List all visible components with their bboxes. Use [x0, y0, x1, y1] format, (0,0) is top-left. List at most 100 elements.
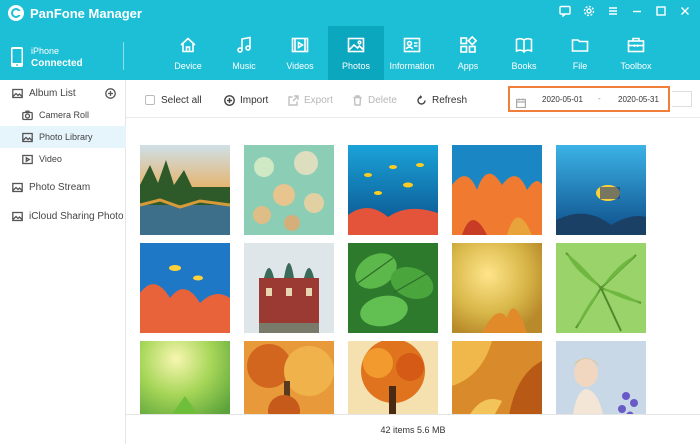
photo-stream-icon: [12, 182, 23, 192]
sidebar-item-photo-stream[interactable]: Photo Stream: [0, 176, 126, 198]
device-status: Connected: [31, 57, 83, 69]
sidebar-album-list[interactable]: Album List: [0, 82, 126, 104]
delete-button[interactable]: Delete: [352, 93, 397, 107]
camera-icon: [22, 110, 33, 120]
nav-label: Apps: [457, 61, 479, 71]
sidebar-item-label: Photo Library: [39, 132, 93, 142]
nav-label: Videos: [286, 61, 314, 71]
home-icon: [180, 37, 196, 53]
nav-label: Books: [511, 61, 537, 71]
sidebar-item-label: Photo Stream: [29, 181, 91, 193]
photo-thumbnail[interactable]: [348, 341, 438, 414]
shared-photo-icon: [12, 211, 23, 221]
export-label: Export: [304, 94, 333, 106]
window-controls: [558, 4, 692, 18]
device-info[interactable]: iPhone Connected: [0, 34, 122, 80]
folder-icon: [571, 39, 589, 52]
photo-thumbnail[interactable]: [348, 145, 438, 235]
date-separator: -: [598, 94, 601, 103]
settings-gear-icon[interactable]: [582, 4, 596, 18]
phone-icon: [11, 47, 23, 67]
photo-thumbnail[interactable]: [244, 243, 334, 333]
refresh-button[interactable]: Refresh: [416, 93, 467, 107]
music-icon: [237, 36, 251, 53]
date-range-filter[interactable]: 2020-05-01 - 2020-05-31: [508, 86, 670, 112]
sidebar-item-label: Video: [39, 154, 62, 164]
add-album-icon[interactable]: [105, 87, 116, 99]
refresh-label: Refresh: [432, 94, 468, 106]
feedback-icon[interactable]: [558, 4, 572, 18]
photo-thumbnail[interactable]: [140, 341, 230, 414]
close-icon[interactable]: [678, 4, 692, 18]
nav-music[interactable]: Music: [216, 26, 272, 80]
plus-circle-icon: [224, 94, 235, 106]
delete-label: Delete: [368, 94, 397, 106]
export-icon: [288, 94, 299, 106]
minimize-icon[interactable]: [630, 4, 644, 18]
nav-label: Information: [389, 61, 435, 71]
photo-thumbnail[interactable]: [244, 145, 334, 235]
nav-photos[interactable]: Photos: [328, 26, 384, 80]
trash-icon: [353, 94, 362, 106]
app-title: PanFone Manager: [30, 5, 142, 21]
sidebar-item-label: iCloud Sharing Photo: [29, 210, 124, 222]
nav-label: Toolbox: [620, 61, 652, 71]
nav-toolbox[interactable]: Toolbox: [608, 26, 664, 80]
select-all-checkbox[interactable]: Select all: [145, 93, 202, 107]
photo-thumbnail[interactable]: [244, 341, 334, 414]
end-date[interactable]: 2020-05-31: [618, 95, 659, 104]
title-bar: PanFone Manager iPhone Connected Device …: [0, 0, 700, 80]
date-filter-extension: [672, 91, 692, 107]
start-date[interactable]: 2020-05-01: [542, 95, 583, 104]
photo-thumbnail[interactable]: [556, 341, 646, 414]
photo-thumbnail[interactable]: [452, 243, 542, 333]
book-icon: [515, 38, 533, 54]
maximize-icon[interactable]: [654, 4, 668, 18]
sidebar-item-label: Album List: [29, 87, 76, 99]
nav-device[interactable]: Device: [160, 26, 216, 80]
export-button[interactable]: Export: [288, 93, 333, 107]
sidebar: Album List Camera Roll Photo Library Vid…: [0, 80, 126, 444]
play-icon: [22, 154, 33, 164]
status-bar: 42 items 5.6 MB: [126, 414, 700, 444]
photo-thumbnail[interactable]: [556, 243, 646, 333]
nav-apps[interactable]: Apps: [440, 26, 496, 80]
photo-icon: [347, 37, 365, 53]
photo-thumbnail[interactable]: [140, 145, 230, 235]
nav-label: Device: [174, 61, 202, 71]
video-icon: [291, 37, 309, 53]
photo-grid: [126, 118, 700, 414]
photo-thumbnail[interactable]: [556, 145, 646, 235]
device-name: iPhone: [31, 45, 60, 56]
sidebar-item-camera-roll[interactable]: Camera Roll: [0, 104, 126, 126]
nav-books[interactable]: Books: [496, 26, 552, 80]
checkbox-box[interactable]: [145, 95, 155, 105]
refresh-icon: [417, 94, 426, 105]
item-count-summary: 42 items 5.6 MB: [380, 424, 446, 435]
sidebar-item-photo-library[interactable]: Photo Library: [0, 126, 126, 148]
contact-card-icon: [403, 37, 421, 53]
photo-thumbnail[interactable]: [452, 145, 542, 235]
image-icon: [22, 132, 33, 142]
apps-icon: [460, 35, 478, 53]
panfone-logo-icon: [8, 5, 24, 21]
header-divider: [123, 42, 124, 70]
select-all-label: Select all: [161, 94, 202, 106]
nav-label: Music: [232, 61, 256, 71]
album-icon: [12, 88, 23, 98]
photo-thumbnail[interactable]: [140, 243, 230, 333]
sidebar-item-label: Camera Roll: [39, 110, 90, 120]
brand: PanFone Manager: [8, 4, 142, 22]
photo-thumbnail[interactable]: [452, 341, 542, 414]
menu-icon[interactable]: [606, 4, 620, 18]
nav-videos[interactable]: Videos: [272, 26, 328, 80]
import-button[interactable]: Import: [224, 93, 268, 107]
nav-information[interactable]: Information: [384, 26, 440, 80]
main-nav: Device Music Videos Photos Information A…: [160, 26, 664, 80]
calendar-icon[interactable]: [516, 95, 527, 109]
photo-thumbnail[interactable]: [348, 243, 438, 333]
nav-file[interactable]: File: [552, 26, 608, 80]
nav-label: Photos: [341, 61, 371, 71]
sidebar-item-icloud-sharing[interactable]: iCloud Sharing Photo: [0, 205, 126, 227]
sidebar-item-video[interactable]: Video: [0, 148, 126, 170]
